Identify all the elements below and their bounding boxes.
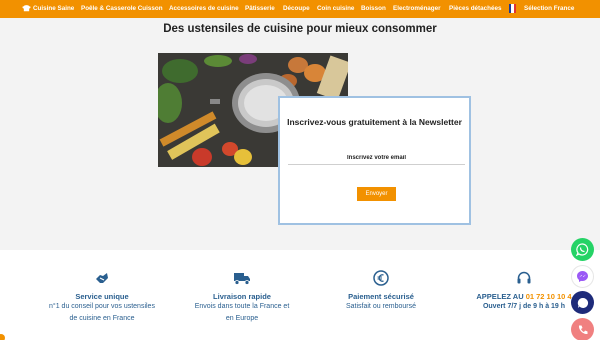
nav-item-patisserie[interactable]: Pâtisserie (245, 5, 275, 13)
nav-item-cuisine-saine[interactable]: Cuisine Saine (33, 5, 74, 13)
headset-icon (517, 271, 531, 284)
nav-item-selection-france[interactable]: Sélection France (524, 5, 574, 13)
nav-item-electromenager[interactable]: Electroménager (393, 5, 441, 13)
feature-contact-title-prefix: APPELEZ AU (476, 292, 526, 301)
corner-badge (0, 334, 5, 340)
nav-item-poele-casserole[interactable]: Poêle & Casserole Cuisson (81, 5, 163, 13)
whatsapp-icon (576, 243, 589, 256)
feature-payment: Paiement sécurisé Satisfait ou remboursé (316, 270, 446, 313)
nav-item-accessoires[interactable]: Accessoires de cuisine (169, 5, 239, 13)
messenger-button[interactable] (571, 265, 594, 288)
feature-service-line1: n°1 du conseil pour vos ustensiles (49, 303, 155, 310)
phone-icon (578, 325, 587, 334)
chat-icon (577, 297, 588, 308)
euro-coin-icon (373, 270, 389, 286)
feature-contact: APPELEZ AU 01 72 10 10 4 Ouvert 7/7 j de… (459, 270, 589, 313)
truck-icon (234, 273, 250, 285)
nav-item-boisson[interactable]: Boisson (361, 5, 386, 13)
top-navigation: Cuisine Saine Poêle & Casserole Cuisson … (0, 0, 600, 18)
feature-delivery-title: Livraison rapide (213, 292, 271, 301)
feature-contact-hours: Ouvert 7/7 j de 9 h à 19 h (482, 303, 566, 310)
france-flag-icon (509, 4, 516, 13)
newsletter-submit-button[interactable]: Envoyer (357, 187, 396, 201)
feature-contact-title: APPELEZ AU 01 72 10 10 4 (459, 292, 589, 301)
newsletter-email-input[interactable] (288, 151, 465, 165)
nav-item-coin-cuisine[interactable]: Coin cuisine (317, 5, 354, 13)
page-headline: Des ustensiles de cuisine pour mieux con… (163, 23, 437, 35)
feature-service-title: Service unique (75, 292, 129, 301)
nav-item-pieces-detachees[interactable]: Pièces détachées (449, 5, 502, 13)
feature-payment-line1: Satisfait ou remboursé (345, 303, 417, 310)
feature-service: Service unique n°1 du conseil pour vos u… (37, 270, 167, 325)
feature-payment-title: Paiement sécurisé (348, 292, 414, 301)
handshake-icon (96, 273, 108, 283)
chat-button[interactable] (571, 291, 594, 314)
feature-service-line2: de cuisine en France (69, 315, 135, 322)
messenger-icon (577, 271, 588, 282)
newsletter-title: Inscrivez-vous gratuitement à la Newslet… (287, 117, 462, 127)
whatsapp-button[interactable] (571, 238, 594, 261)
chef-hat-icon (22, 5, 31, 12)
feature-delivery-line1: Envois dans toute la France et (194, 303, 290, 310)
contact-phone-number[interactable]: 01 72 10 10 4 (526, 292, 572, 301)
nav-item-decoupe[interactable]: Découpe (283, 5, 310, 13)
feature-delivery: Livraison rapide Envois dans toute la Fr… (177, 270, 307, 325)
features-strip: Service unique n°1 du conseil pour vos u… (0, 250, 600, 340)
feature-delivery-line2: en Europe (225, 315, 259, 322)
phone-button[interactable] (571, 318, 594, 340)
newsletter-box: Inscrivez-vous gratuitement à la Newslet… (278, 96, 471, 225)
